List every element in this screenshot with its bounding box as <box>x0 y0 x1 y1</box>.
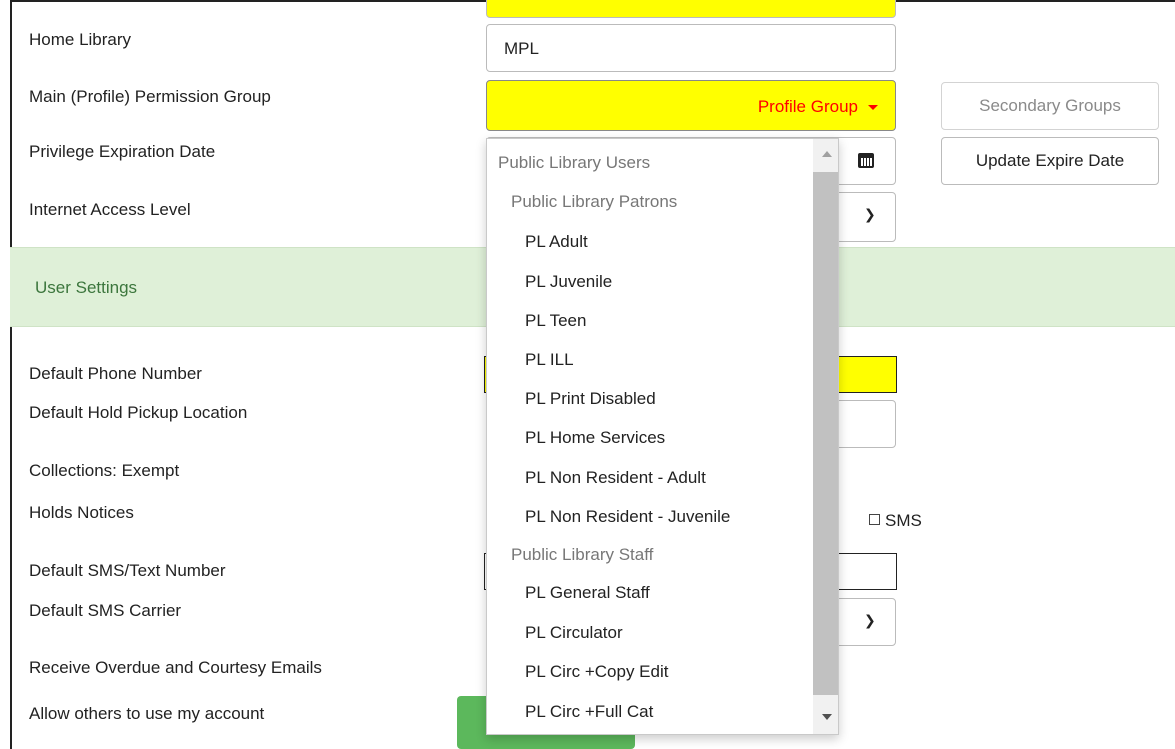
sms-checkbox[interactable] <box>869 514 880 525</box>
collections-exempt-label: Collections: Exempt <box>29 461 180 480</box>
permission-group-dropdown[interactable]: Public Library Users Public Library Patr… <box>486 138 839 735</box>
dropdown-option[interactable]: PL Print Disabled <box>525 389 656 409</box>
scroll-down-icon[interactable] <box>822 714 832 720</box>
holds-notices-label: Holds Notices <box>29 503 134 522</box>
dropdown-option[interactable]: PL Home Services <box>525 428 665 448</box>
dropdown-heading-staff: Public Library Staff <box>511 545 654 564</box>
dropdown-heading-patrons: Public Library Patrons <box>511 192 678 211</box>
permission-group-label: Main (Profile) Permission Group <box>29 87 271 106</box>
caret-down-icon <box>868 105 878 110</box>
sms-carrier-label: Default SMS Carrier <box>29 601 182 620</box>
permission-group-value: Profile Group <box>757 97 858 116</box>
calendar-icon[interactable] <box>858 153 874 168</box>
dropdown-scrollbar[interactable] <box>813 139 838 734</box>
scrollbar-thumb[interactable] <box>813 172 838 695</box>
dropdown-option[interactable]: PL General Staff <box>525 583 650 603</box>
dropdown-option[interactable]: PL Non Resident - Adult <box>525 468 706 488</box>
dropdown-option[interactable]: PL ILL <box>525 350 574 370</box>
dropdown-option[interactable]: PL Teen <box>525 311 586 331</box>
hold-pickup-label: Default Hold Pickup Location <box>29 403 248 422</box>
dropdown-option[interactable]: PL Juvenile <box>525 272 612 292</box>
expiration-label: Privilege Expiration Date <box>29 142 216 161</box>
user-settings-title: User Settings <box>35 278 138 297</box>
overdue-emails-label: Receive Overdue and Courtesy Emails <box>29 658 322 677</box>
allow-others-label: Allow others to use my account <box>29 704 265 723</box>
scroll-up-icon[interactable] <box>822 151 832 157</box>
dropdown-option[interactable]: PL Circulator <box>525 623 623 643</box>
secondary-groups-button[interactable]: Secondary Groups <box>941 82 1159 130</box>
default-phone-label: Default Phone Number <box>29 364 202 383</box>
home-library-label: Home Library <box>29 30 132 49</box>
top-field-partial[interactable] <box>486 0 896 18</box>
dropdown-option[interactable]: PL Circ +Copy Edit <box>525 662 668 682</box>
internet-access-label: Internet Access Level <box>29 200 191 219</box>
chevron-down-icon: ❯ <box>864 612 876 628</box>
permission-group-select[interactable]: Profile Group <box>486 80 896 131</box>
sms-checkbox-label: SMS <box>885 511 922 530</box>
update-expire-date-button[interactable]: Update Expire Date <box>941 137 1159 185</box>
chevron-down-icon: ❯ <box>864 206 876 222</box>
home-library-value: MPL <box>504 39 539 58</box>
home-library-field[interactable]: MPL <box>486 24 896 72</box>
sms-number-label: Default SMS/Text Number <box>29 561 226 580</box>
dropdown-option[interactable]: PL Non Resident - Juvenile <box>525 507 730 527</box>
dropdown-option[interactable]: PL Circ +Full Cat <box>525 702 653 722</box>
dropdown-option[interactable]: PL Adult <box>525 232 588 252</box>
dropdown-heading-users: Public Library Users <box>498 153 651 172</box>
